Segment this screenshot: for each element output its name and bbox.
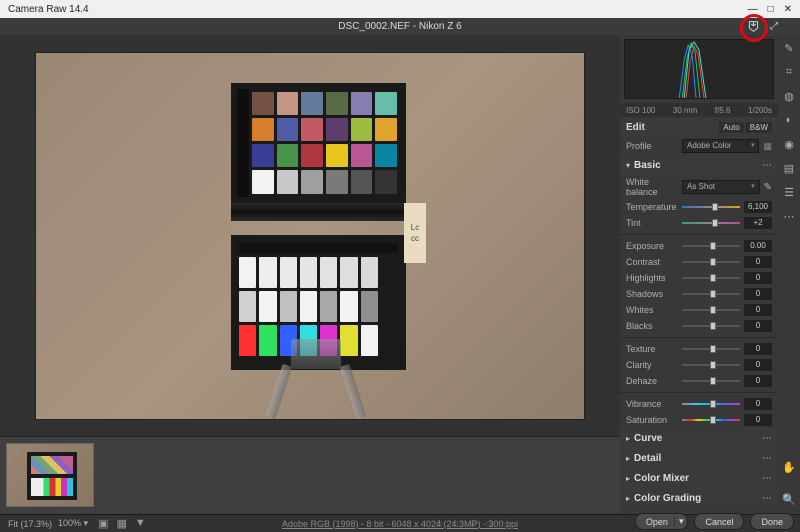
color-grading-header[interactable]: ▸Color Grading⋯ <box>620 488 778 508</box>
zoom-select[interactable]: 100% ▾ <box>58 518 88 529</box>
window-close[interactable]: ✕ <box>784 4 792 15</box>
histogram[interactable] <box>624 39 774 99</box>
done-button[interactable]: Done <box>750 513 794 530</box>
grid-icon[interactable]: ▦ <box>116 517 126 530</box>
saturation-slider[interactable] <box>682 415 740 425</box>
canvas-area[interactable]: Lc cc <box>0 35 620 436</box>
tint-slider[interactable] <box>682 218 740 228</box>
blacks-slider[interactable] <box>682 321 740 331</box>
document-header: DSC_0002.NEF - Nikon Z 6 ⤢ <box>0 18 800 35</box>
open-button[interactable]: Open <box>635 513 689 530</box>
bw-button[interactable]: B&W <box>746 122 772 133</box>
texture-slider[interactable] <box>682 344 740 354</box>
contrast-slider[interactable] <box>682 257 740 267</box>
filter-icon[interactable]: ▼ <box>135 517 146 530</box>
detail-header[interactable]: ▸Detail⋯ <box>620 448 778 468</box>
more-tool-icon[interactable]: ⋯ <box>782 209 796 223</box>
basic-header[interactable]: ▾Basic⋯ <box>620 155 778 175</box>
crop-tool-icon[interactable]: ⌗ <box>782 65 796 79</box>
redeye-tool-icon[interactable]: ◉ <box>782 137 796 151</box>
app-title: Camera Raw 14.4 <box>8 4 89 15</box>
tripod-stand <box>256 339 376 419</box>
label-sticker: Lc cc <box>404 203 426 263</box>
curve-header[interactable]: ▸Curve⋯ <box>620 428 778 448</box>
fullscreen-icon[interactable]: ⤢ <box>770 21 778 32</box>
temperature-slider[interactable] <box>682 202 740 212</box>
hand-tool-icon[interactable]: ✋ <box>782 460 796 474</box>
zoom-tool-icon[interactable]: 🔍 <box>782 492 796 506</box>
presets-tool-icon[interactable]: ☰ <box>782 185 796 199</box>
window-min[interactable]: — <box>748 4 758 15</box>
edit-tool-icon[interactable]: ✎ <box>782 41 796 55</box>
profile-row: Profile Adobe Color▾ ▦ <box>620 137 778 155</box>
workflow-link[interactable]: Adobe RGB (1998) - 8 bit - 6048 x 4024 (… <box>282 519 518 529</box>
snapshot-icon[interactable]: ▤ <box>782 161 796 175</box>
auto-button[interactable]: Auto <box>719 122 743 133</box>
edit-header: Edit Auto B&W <box>620 117 778 137</box>
file-title: DSC_0002.NEF - Nikon Z 6 <box>338 21 461 32</box>
color-checker-top <box>231 83 406 203</box>
whites-slider[interactable] <box>682 305 740 315</box>
section-menu-icon[interactable]: ⋯ <box>762 160 772 171</box>
window-titlebar: Camera Raw 14.4 — □ ✕ <box>0 0 800 18</box>
profile-select[interactable]: Adobe Color▾ <box>682 139 759 153</box>
heal-tool-icon[interactable]: ◍ <box>782 89 796 103</box>
exposure-slider[interactable] <box>682 241 740 251</box>
fit-label[interactable]: Fit (17.3%) <box>8 519 52 529</box>
window-controls: — □ ✕ <box>748 4 792 15</box>
clarity-slider[interactable] <box>682 360 740 370</box>
tool-strip: ✎ ⌗ ◍ ◐ ◉ ▤ ☰ ⋯ ✋ 🔍 <box>778 35 800 514</box>
color-mixer-header[interactable]: ▸Color Mixer⋯ <box>620 468 778 488</box>
thumbnail[interactable] <box>6 443 94 507</box>
compare-icon[interactable]: ▣ <box>98 517 108 530</box>
cancel-button[interactable]: Cancel <box>694 513 744 530</box>
image-viewer: Lc cc <box>0 35 620 514</box>
vibrance-slider[interactable] <box>682 399 740 409</box>
profile-browser-icon[interactable]: ▦ <box>763 141 772 152</box>
filmstrip <box>0 436 620 514</box>
dialog-buttons: Open Cancel Done <box>635 513 794 530</box>
eyedropper-icon[interactable]: ✎ <box>764 182 772 193</box>
window-max[interactable]: □ <box>768 4 774 15</box>
highlights-slider[interactable] <box>682 273 740 283</box>
dehaze-slider[interactable] <box>682 376 740 386</box>
mask-tool-icon[interactable]: ◐ <box>782 113 796 127</box>
photo-preview: Lc cc <box>35 52 585 420</box>
wb-select[interactable]: As Shot▾ <box>682 180 760 194</box>
presets-icon[interactable] <box>746 20 760 34</box>
shadows-slider[interactable] <box>682 289 740 299</box>
edit-panel: ISO 10030 mmf/5.61/200s Edit Auto B&W Pr… <box>620 35 778 514</box>
exif-bar: ISO 10030 mmf/5.61/200s <box>620 103 778 117</box>
